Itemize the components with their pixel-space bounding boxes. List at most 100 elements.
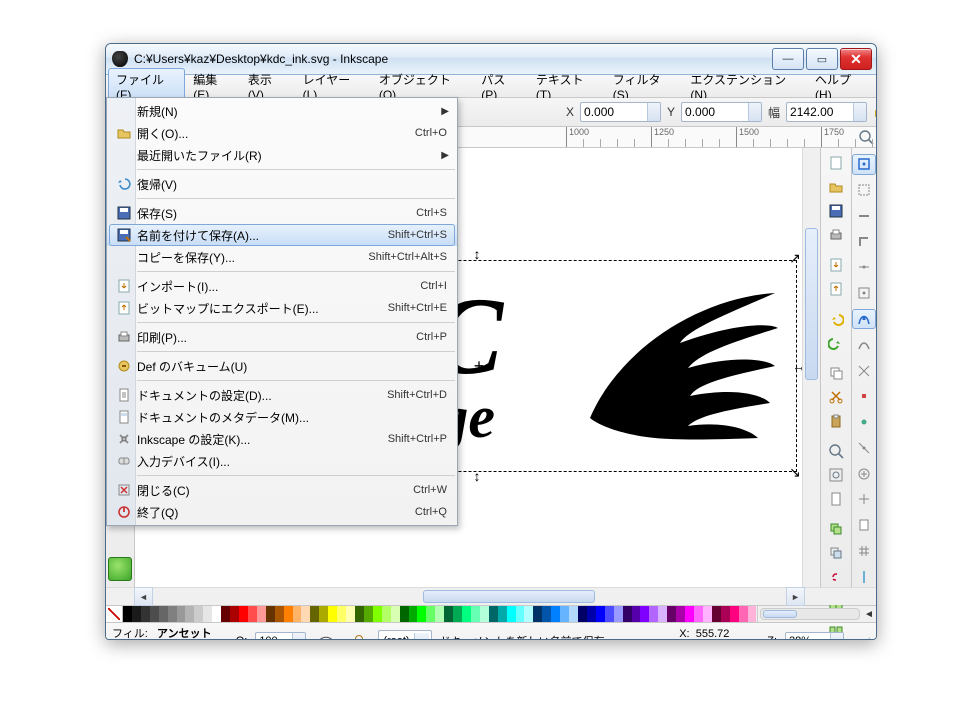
snap-path-icon[interactable] xyxy=(852,334,876,355)
color-swatch[interactable] xyxy=(141,606,150,622)
color-swatch[interactable] xyxy=(658,606,667,622)
menu-item[interactable]: 名前を付けて保存(A)...Shift+Ctrl+S xyxy=(107,224,457,246)
redo-icon[interactable] xyxy=(824,334,848,352)
zoom-fit-icon[interactable] xyxy=(824,442,848,460)
color-swatch[interactable] xyxy=(498,606,507,622)
resize-grip[interactable] xyxy=(852,637,870,640)
color-swatch[interactable] xyxy=(640,606,649,622)
color-swatch[interactable] xyxy=(426,606,435,622)
color-swatch[interactable] xyxy=(194,606,203,622)
menu-item[interactable]: 新規(N)▶ xyxy=(107,100,457,122)
color-swatch[interactable] xyxy=(685,606,694,622)
color-swatch[interactable] xyxy=(364,606,373,622)
open-icon[interactable] xyxy=(824,178,848,196)
color-swatch[interactable] xyxy=(516,606,525,622)
handle-s[interactable]: ↕ xyxy=(471,470,483,482)
layer-lock-icon[interactable] xyxy=(346,629,370,640)
menu-item[interactable]: 最近開いたファイル(R)▶ xyxy=(107,144,457,166)
vertical-scrollbar[interactable] xyxy=(802,148,820,587)
width-input[interactable] xyxy=(786,102,867,122)
horizontal-scrollbar[interactable]: ◄ ► xyxy=(106,587,876,605)
color-swatch[interactable] xyxy=(177,606,186,622)
color-swatch[interactable] xyxy=(284,606,293,622)
color-swatch[interactable] xyxy=(632,606,641,622)
color-swatch[interactable] xyxy=(328,606,337,622)
menu-item[interactable]: Inkscape の設定(K)...Shift+Ctrl+P xyxy=(107,428,457,450)
layer-status-icon[interactable] xyxy=(108,557,132,581)
fill-stroke-indicator[interactable]: フィル: アンセット ストローク: アンセット xyxy=(112,627,228,640)
snap-grid-icon[interactable] xyxy=(852,540,876,561)
hscroll-track[interactable] xyxy=(153,588,786,605)
color-swatch[interactable] xyxy=(578,606,587,622)
menu-item[interactable]: 開く(O)...Ctrl+O xyxy=(107,122,457,144)
clone-icon[interactable] xyxy=(824,544,848,562)
paste-icon[interactable] xyxy=(824,412,848,430)
color-swatch[interactable] xyxy=(185,606,194,622)
minimize-button[interactable]: ― xyxy=(772,48,804,70)
unlink-clone-icon[interactable] xyxy=(824,568,848,586)
color-swatch[interactable] xyxy=(391,606,400,622)
handle-e[interactable]: ↔ xyxy=(793,360,802,372)
color-swatch[interactable] xyxy=(150,606,159,622)
undo-icon[interactable] xyxy=(824,310,848,328)
print-icon[interactable] xyxy=(824,226,848,244)
menu-item[interactable]: ビットマップにエクスポート(E)...Shift+Ctrl+E xyxy=(107,297,457,319)
save-icon[interactable] xyxy=(824,202,848,220)
snap-page-border-icon[interactable] xyxy=(852,515,876,536)
snap-corner-icon[interactable] xyxy=(852,231,876,252)
color-swatch[interactable] xyxy=(748,606,757,622)
color-swatch[interactable] xyxy=(417,606,426,622)
zoom-drawing-icon[interactable] xyxy=(824,466,848,484)
menu-item[interactable]: 印刷(P)...Ctrl+P xyxy=(107,326,457,348)
y-input[interactable] xyxy=(681,102,762,122)
color-swatch[interactable] xyxy=(319,606,328,622)
no-color-swatch[interactable] xyxy=(106,606,123,622)
hscroll-thumb[interactable] xyxy=(423,590,595,603)
new-doc-icon[interactable] xyxy=(824,154,848,172)
handle-se[interactable]: ↘ xyxy=(789,466,801,478)
color-swatch[interactable] xyxy=(533,606,542,622)
color-swatch[interactable] xyxy=(649,606,658,622)
color-swatch[interactable] xyxy=(257,606,266,622)
color-swatch[interactable] xyxy=(275,606,284,622)
color-swatch[interactable] xyxy=(248,606,257,622)
duplicate-icon[interactable] xyxy=(824,520,848,538)
menu-item[interactable]: 復帰(V) xyxy=(107,173,457,195)
snap-rotation-center-icon[interactable] xyxy=(852,489,876,510)
handle-n[interactable]: ↕ xyxy=(471,248,483,260)
snap-bbox-icon[interactable] xyxy=(852,180,876,201)
vertical-scroll-thumb[interactable] xyxy=(805,228,818,380)
zoom-input[interactable] xyxy=(785,632,844,640)
color-swatch[interactable] xyxy=(301,606,310,622)
hscroll-right[interactable]: ► xyxy=(786,587,805,606)
color-swatch[interactable] xyxy=(462,606,471,622)
palette-menu-icon[interactable]: ◄ xyxy=(862,606,876,622)
color-swatch[interactable] xyxy=(355,606,364,622)
opacity-input[interactable] xyxy=(255,632,306,640)
menu-item[interactable]: 終了(Q)Ctrl+Q xyxy=(107,501,457,523)
copy-icon[interactable] xyxy=(824,364,848,382)
menu-item[interactable]: ドキュメントのメタデータ(M)... xyxy=(107,406,457,428)
color-swatch[interactable] xyxy=(123,606,132,622)
color-swatch[interactable] xyxy=(542,606,551,622)
color-swatch[interactable] xyxy=(266,606,275,622)
color-swatch[interactable] xyxy=(569,606,578,622)
color-swatch[interactable] xyxy=(623,606,632,622)
color-swatch[interactable] xyxy=(480,606,489,622)
menu-item[interactable]: Def のバキューム(U) xyxy=(107,355,457,377)
color-swatch[interactable] xyxy=(230,606,239,622)
color-swatch[interactable] xyxy=(471,606,480,622)
layer-visible-icon[interactable] xyxy=(314,629,338,640)
color-swatch[interactable] xyxy=(551,606,560,622)
export-icon[interactable] xyxy=(824,280,848,298)
color-swatch[interactable] xyxy=(489,606,498,622)
color-swatch[interactable] xyxy=(373,606,382,622)
menu-item[interactable]: 入力デバイス(I)... xyxy=(107,450,457,472)
color-swatch[interactable] xyxy=(132,606,141,622)
snap-intersection-icon[interactable] xyxy=(852,360,876,381)
snap-line-midpoint-icon[interactable] xyxy=(852,437,876,458)
import-icon[interactable] xyxy=(824,256,848,274)
x-input[interactable] xyxy=(580,102,661,122)
color-swatch[interactable] xyxy=(703,606,712,622)
color-swatch[interactable] xyxy=(507,606,516,622)
